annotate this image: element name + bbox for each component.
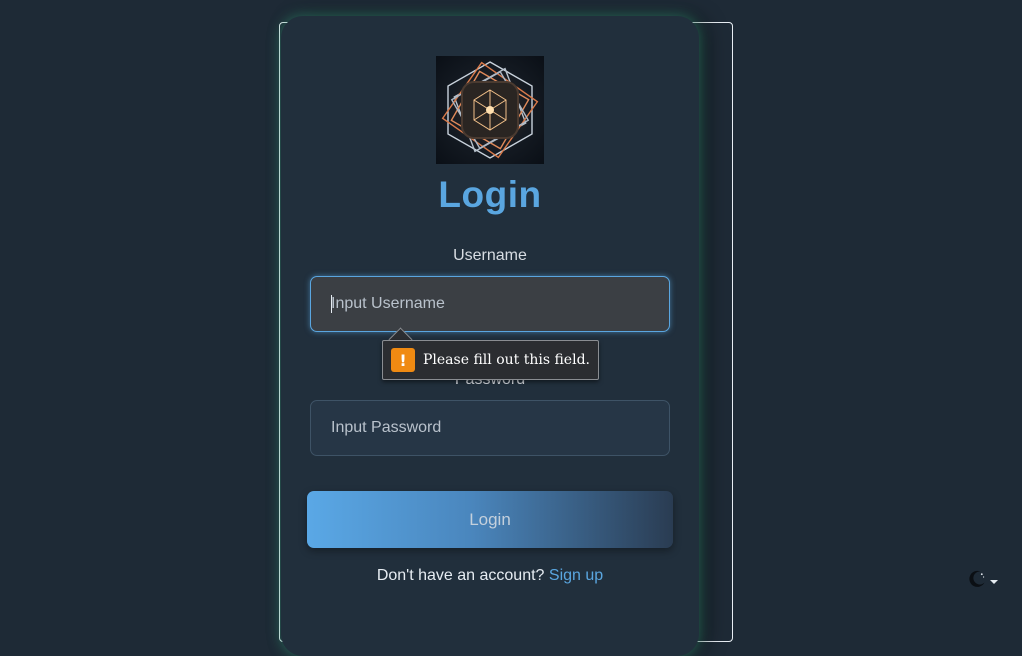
username-input[interactable] [310, 276, 670, 332]
chevron-down-icon [990, 579, 998, 584]
theme-toggle-button[interactable] [967, 569, 998, 594]
page-title: Login [438, 174, 542, 215]
validation-tooltip: ! Please fill out this field. [382, 340, 599, 380]
text-cursor [331, 295, 332, 313]
username-label: Username [453, 247, 527, 264]
moon-icon [967, 569, 987, 594]
validation-message: Please fill out this field. [423, 352, 590, 368]
signup-prompt-text: Don't have an account? [376, 567, 545, 584]
password-input[interactable] [310, 400, 670, 456]
logo-image [436, 56, 544, 164]
login-button[interactable]: Login [307, 491, 673, 548]
signup-link[interactable]: Sign up [549, 567, 603, 584]
signup-prompt-row: Don't have an account? Sign up [281, 567, 699, 585]
warning-icon: ! [391, 348, 415, 372]
